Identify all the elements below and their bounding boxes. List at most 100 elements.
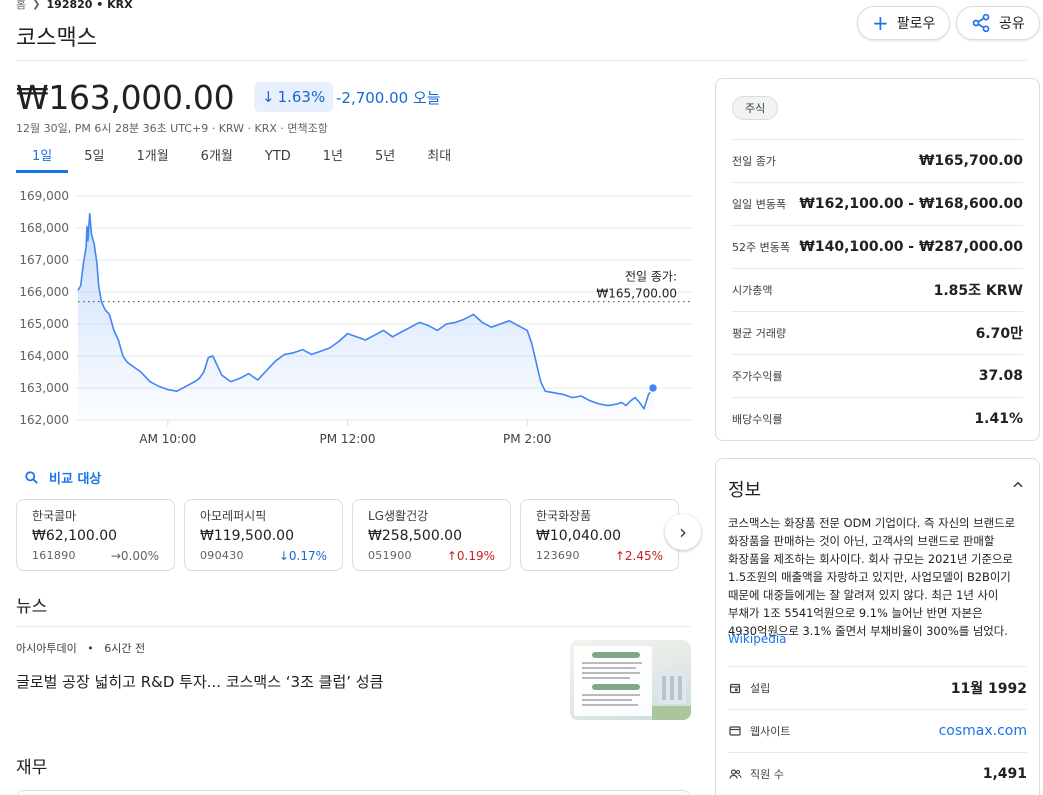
compare-button[interactable]: 비교 대상	[24, 468, 101, 487]
stat-row: 시가총액 1.85조 KRW	[732, 268, 1023, 311]
peer-card[interactable]: 한국화장품 ₩10,040.00 123690 ↑2.45%	[520, 499, 679, 571]
peer-card[interactable]: 아모레퍼시픽 ₩119,500.00 090430 ↓0.17%	[184, 499, 343, 571]
info-label: 웹사이트	[728, 723, 790, 739]
range-tabs: 1일 5일 1개월 6개월 YTD 1년 5년 최대	[16, 147, 467, 173]
chevron-right-icon: ›	[679, 520, 687, 544]
y-tick-label: 168,000	[19, 221, 69, 235]
info-row: 설립 11월 1992	[728, 666, 1027, 709]
peer-price: ₩10,040.00	[536, 528, 622, 544]
header-divider	[16, 60, 1027, 61]
y-tick-label: 165,000	[19, 317, 69, 331]
follow-label: 팔로우	[896, 16, 936, 32]
range-tab[interactable]: 5일	[68, 147, 120, 173]
compare-label: 비교 대상	[49, 472, 102, 487]
peer-card[interactable]: 한국콜마 ₩62,100.00 161890 →0.00%	[16, 499, 175, 571]
stat-label: 주가수익률	[732, 370, 783, 383]
stat-row: 주가수익률 37.08	[732, 354, 1023, 397]
key-stats-panel: 주식 전일 종가 ₩165,700.00 일일 변동폭 ₩162,100.00 - ₩…	[715, 78, 1040, 441]
current-price: ₩163,000.00	[16, 78, 235, 117]
news-source-line: 아시아투데이 • 6시간 전	[16, 640, 145, 656]
stat-value: ₩165,700.00	[918, 153, 1023, 169]
price-chart[interactable]: 169,000 168,000 167,000 166,000 165,000 164,0…	[16, 180, 696, 455]
finance-card	[16, 790, 691, 795]
range-tab[interactable]: 1일	[16, 147, 69, 173]
stat-label: 일일 변동폭	[732, 198, 787, 211]
wikipedia-link[interactable]: Wikipedia	[728, 632, 787, 646]
info-row: 웹사이트 cosmax.com	[728, 709, 1027, 752]
breadcrumb-ticker: 192820 • KRX	[46, 0, 133, 11]
y-tick-label: 169,000	[19, 189, 69, 203]
y-tick-label: 164,000	[19, 349, 69, 363]
info-label-text: 웹사이트	[750, 725, 791, 738]
news-headline[interactable]: 글로벌 공장 넓히고 R&D 투자... 코스맥스 ‘3조 클럽’ 성큼	[16, 671, 383, 692]
next-peers-button[interactable]: ›	[665, 514, 701, 550]
x-tick-label: AM 10:00	[139, 432, 196, 446]
plus-icon: +	[872, 11, 889, 35]
peer-code: 123690	[536, 549, 580, 562]
news-thumbnail[interactable]	[570, 640, 691, 720]
peer-code: 051900	[368, 549, 412, 562]
follow-button[interactable]: + 팔로우	[857, 6, 951, 40]
stat-row: 전일 종가 ₩165,700.00	[732, 139, 1023, 182]
stat-value: 1.85조 KRW	[933, 283, 1023, 299]
range-tab[interactable]: 1개월	[120, 147, 184, 173]
peer-price: ₩119,500.00	[200, 528, 295, 544]
news-time: 6시간 전	[104, 642, 146, 655]
quote-meta: 12월 30일, PM 6시 28분 36초 UTC+9 · KRW · KRX…	[16, 122, 328, 135]
peer-cards: 한국콜마 ₩62,100.00 161890 →0.00% 아모레퍼시픽 ₩119,500…	[16, 499, 679, 571]
page-title: 코스맥스	[16, 26, 97, 51]
share-label: 공유	[999, 16, 1025, 32]
news-source: 아시아투데이	[16, 642, 77, 655]
peer-change: ↓0.17%	[278, 549, 327, 563]
change-percent-badge: ↓ 1.63%	[254, 82, 334, 112]
peer-card[interactable]: LG생활건강 ₩258,500.00 051900 ↑0.19%	[352, 499, 511, 571]
news-thumbnail-image	[574, 646, 691, 720]
stat-value: 6.70만	[975, 326, 1023, 342]
range-tab[interactable]: YTD	[249, 147, 307, 173]
peer-name: 한국화장품	[536, 509, 592, 523]
news-divider	[16, 626, 691, 627]
range-tab[interactable]: 5년	[359, 147, 411, 173]
x-tick-label: PM 12:00	[320, 432, 376, 446]
y-tick-label: 162,000	[19, 413, 69, 427]
y-tick-label: 163,000	[19, 381, 69, 395]
peer-code: 161890	[32, 549, 76, 562]
breadcrumb: 홈 ❯ 192820 • KRX	[16, 0, 133, 11]
stat-value: 1.41%	[974, 411, 1023, 427]
peer-change: ↑0.19%	[446, 549, 495, 563]
info-value: 1,491	[982, 766, 1027, 782]
stat-row: 배당수익률 1.41%	[732, 397, 1023, 440]
stat-label: 52주 변동폭	[732, 241, 790, 254]
stock-type-chip: 주식	[732, 96, 779, 120]
stat-value: 37.08	[978, 368, 1023, 384]
news-separator: •	[87, 642, 94, 655]
finance-section-title: 재무	[16, 758, 48, 778]
range-tab[interactable]: 최대	[411, 147, 467, 173]
range-tab[interactable]: 6개월	[185, 147, 249, 173]
previous-close-label: 전일 종가:	[625, 270, 677, 284]
share-button[interactable]: 공유	[956, 6, 1040, 40]
peer-change: →0.00%	[110, 549, 159, 563]
info-label: 직원 수	[728, 766, 784, 782]
search-icon	[25, 471, 38, 484]
stat-row: 평균 거래량 6.70만	[732, 311, 1023, 354]
arrow-down-icon: ↓	[262, 88, 275, 106]
chevron-up-icon[interactable]	[1011, 477, 1025, 496]
range-tab[interactable]: 1년	[307, 147, 359, 173]
last-price-point	[647, 382, 659, 394]
y-tick-label: 166,000	[19, 285, 69, 299]
peer-price: ₩62,100.00	[32, 528, 118, 544]
breadcrumb-home[interactable]: 홈	[16, 0, 26, 12]
stat-label: 배당수익률	[732, 413, 783, 426]
info-value[interactable]: cosmax.com	[939, 723, 1027, 739]
previous-close-value: ₩165,700.00	[596, 287, 677, 301]
about-description: 코스맥스는 화장품 전문 ODM 기업이다. 즉 자신의 브랜드로 화장품을 판…	[728, 516, 1016, 638]
news-section-title: 뉴스	[16, 597, 48, 617]
peer-change: ↑2.45%	[614, 549, 663, 563]
stat-value: ₩140,100.00 - ₩287,000.00	[799, 239, 1023, 255]
stat-row: 일일 변동폭 ₩162,100.00 - ₩168,600.00	[732, 182, 1023, 225]
peer-name: 한국콜마	[32, 509, 77, 523]
change-absolute: -2,700.00 오늘	[336, 89, 441, 107]
peer-name: LG생활건강	[368, 509, 429, 523]
people-icon	[728, 767, 742, 781]
